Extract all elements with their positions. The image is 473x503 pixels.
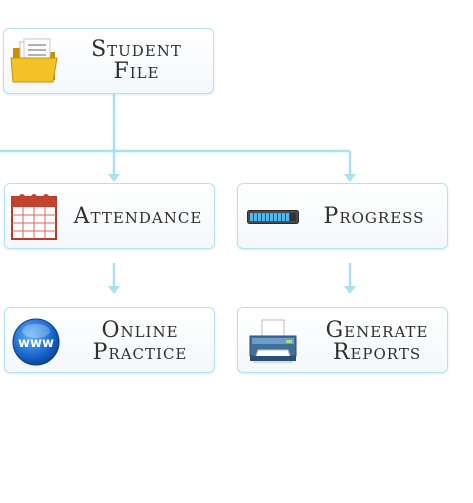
arrowhead-practice — [108, 286, 120, 294]
progress-bar-icon — [247, 210, 299, 224]
attendance-node[interactable]: Attendance — [4, 183, 215, 249]
calendar-icon — [11, 194, 57, 240]
online-practice-label: Online Practice — [75, 320, 205, 364]
progress-label: Progress — [323, 204, 425, 229]
online-practice-node[interactable]: www Online Practice — [4, 307, 215, 373]
printer-icon — [249, 319, 297, 363]
student-file-node[interactable]: Student File — [3, 28, 214, 94]
folder-icon — [10, 38, 58, 83]
student-file-line2: File — [113, 59, 160, 84]
online-practice-line2: Practice — [92, 340, 188, 365]
online-practice-line1: Online — [101, 318, 179, 343]
generate-reports-node[interactable]: Generate Reports — [237, 307, 448, 373]
arrowhead-reports — [344, 286, 356, 294]
student-file-label: Student File — [74, 39, 199, 83]
www-badge-text: www — [18, 336, 54, 351]
student-file-line1: Student — [91, 37, 182, 62]
arrowhead-progress — [344, 174, 356, 182]
www-globe-icon: www — [12, 318, 60, 366]
generate-reports-line2: Reports — [332, 340, 422, 365]
attendance-label: Attendance — [73, 204, 203, 229]
arrowhead-attendance — [108, 174, 120, 182]
generate-reports-label: Generate Reports — [312, 320, 442, 364]
progress-node[interactable]: Progress — [237, 183, 448, 249]
generate-reports-line1: Generate — [325, 318, 429, 343]
